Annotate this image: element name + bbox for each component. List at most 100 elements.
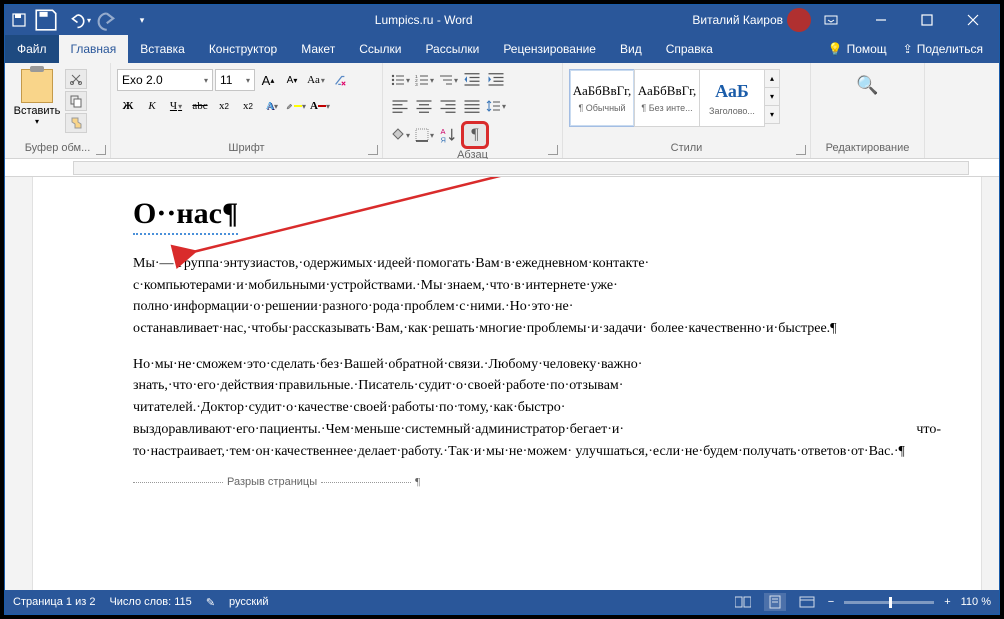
tab-review[interactable]: Рецензирование — [491, 35, 608, 63]
zoom-out-button[interactable]: − — [828, 596, 834, 608]
highlight-button[interactable]: ▾ — [285, 95, 307, 117]
scrollbar[interactable] — [981, 177, 999, 590]
tab-design[interactable]: Конструктор — [197, 35, 289, 63]
user-name[interactable]: Виталий Каиров — [692, 13, 783, 27]
heading-text[interactable]: О··нас¶ — [133, 197, 238, 235]
ribbon-options-icon[interactable] — [817, 7, 845, 33]
autosave-icon[interactable] — [11, 12, 27, 28]
shading-button[interactable]: ▾ — [389, 124, 411, 146]
read-mode-icon[interactable] — [732, 593, 754, 611]
status-wordcount[interactable]: Число слов: 115 — [109, 596, 191, 608]
minimize-icon[interactable] — [859, 7, 903, 33]
status-language[interactable]: русский — [229, 596, 268, 608]
status-bar: Страница 1 из 2 Число слов: 115 ✎ русски… — [5, 590, 999, 614]
redo-icon[interactable] — [97, 8, 123, 32]
align-right-button[interactable] — [437, 95, 459, 117]
increase-indent-button[interactable] — [485, 69, 507, 91]
zoom-level[interactable]: 110 % — [961, 596, 991, 608]
text-effects-button[interactable]: A▾ — [261, 95, 283, 117]
change-case-button[interactable]: Aa▾ — [305, 69, 327, 91]
zoom-slider[interactable] — [844, 601, 934, 604]
share-icon: ⇪ — [903, 42, 913, 56]
clipboard-launcher[interactable] — [96, 145, 106, 155]
svg-text:2: 2 — [415, 78, 418, 84]
document-page[interactable]: О··нас¶ Мы·—·группа·энтузиастов,·одержим… — [33, 177, 981, 590]
svg-text:Я: Я — [441, 136, 446, 145]
strikethrough-button[interactable]: abc — [189, 95, 211, 117]
style-no-spacing[interactable]: АаБбВвГг,¶ Без инте... — [634, 69, 700, 127]
show-hide-pilcrow-button[interactable]: ¶ — [461, 121, 489, 149]
chunk-label-font: Шрифт — [117, 142, 376, 156]
font-launcher[interactable] — [368, 145, 378, 155]
decrease-indent-button[interactable] — [461, 69, 483, 91]
svg-text:1: 1 — [415, 74, 418, 80]
find-icon[interactable]: 🔍 — [854, 71, 882, 99]
sort-button[interactable]: АЯ — [437, 124, 459, 146]
print-layout-icon[interactable] — [764, 593, 786, 611]
tab-file[interactable]: Файл — [5, 35, 59, 63]
undo-icon[interactable]: ▾ — [65, 8, 91, 32]
tell-me[interactable]: 💡Помощ — [822, 42, 893, 56]
clear-formatting-button[interactable] — [329, 69, 351, 91]
tab-mailings[interactable]: Рассылки — [413, 35, 491, 63]
status-page[interactable]: Страница 1 из 2 — [13, 596, 95, 608]
subscript-button[interactable]: x2 — [213, 95, 235, 117]
tab-insert[interactable]: Вставка — [128, 35, 197, 63]
ruler[interactable] — [5, 159, 999, 177]
share-button[interactable]: ⇪Поделиться — [897, 42, 989, 56]
svg-text:3: 3 — [415, 82, 418, 88]
page-break-marker[interactable]: Разрыв страницы¶ — [133, 476, 941, 488]
title-bar: ▾ ▾ Lumpics.ru - Word Виталий Каиров — [5, 5, 999, 35]
format-painter-button[interactable] — [65, 113, 87, 133]
multilevel-list-button[interactable]: ▾ — [437, 69, 459, 91]
paragraph-2[interactable]: Но·мы·не·сможем·это·сделать·без·Вашей·об… — [133, 354, 941, 462]
clipboard-icon — [21, 69, 53, 103]
line-spacing-button[interactable]: ▾ — [485, 95, 507, 117]
web-layout-icon[interactable] — [796, 593, 818, 611]
maximize-icon[interactable] — [905, 7, 949, 33]
align-center-button[interactable] — [413, 95, 435, 117]
italic-button[interactable]: К — [141, 95, 163, 117]
font-name-combo[interactable]: Exo 2.0▾ — [117, 69, 213, 91]
style-heading1[interactable]: АаБЗаголово... — [699, 69, 765, 127]
tab-references[interactable]: Ссылки — [347, 35, 413, 63]
tab-home[interactable]: Главная — [59, 35, 129, 63]
svg-text:А: А — [441, 127, 446, 136]
tab-layout[interactable]: Макет — [289, 35, 347, 63]
paragraph-launcher[interactable] — [548, 145, 558, 155]
tab-view[interactable]: Вид — [608, 35, 654, 63]
close-icon[interactable] — [951, 7, 995, 33]
numbering-button[interactable]: 123▾ — [413, 69, 435, 91]
zoom-in-button[interactable]: + — [944, 596, 950, 608]
user-avatar[interactable] — [787, 8, 811, 32]
font-size-combo[interactable]: 11▾ — [215, 69, 255, 91]
shrink-font-button[interactable]: A▾ — [281, 69, 303, 91]
chunk-label-clipboard: Буфер обм... — [11, 142, 104, 156]
paragraph-1[interactable]: Мы·—·группа·энтузиастов,·одержимых·идеей… — [133, 253, 941, 340]
styles-gallery-more[interactable]: ▴▾▾ — [764, 69, 780, 123]
style-normal[interactable]: АаБбВвГг,¶ Обычный — [569, 69, 635, 127]
tab-help[interactable]: Справка — [654, 35, 725, 63]
qat-dropdown-icon[interactable]: ▾ — [129, 8, 155, 32]
justify-button[interactable] — [461, 95, 483, 117]
cut-button[interactable] — [65, 69, 87, 89]
chunk-label-styles: Стили — [569, 142, 804, 156]
underline-button[interactable]: Ч▾ — [165, 95, 187, 117]
save-icon[interactable] — [33, 8, 59, 32]
chunk-label-editing[interactable]: Редактирование — [826, 142, 910, 156]
bullets-button[interactable]: ▾ — [389, 69, 411, 91]
window-title: Lumpics.ru - Word — [155, 13, 692, 27]
align-left-button[interactable] — [389, 95, 411, 117]
styles-launcher[interactable] — [796, 145, 806, 155]
paste-button[interactable]: Вставить ▾ — [11, 65, 63, 126]
proofing-icon[interactable]: ✎ — [206, 596, 215, 609]
bold-button[interactable]: Ж — [117, 95, 139, 117]
font-color-button[interactable]: A▾ — [309, 95, 331, 117]
copy-button[interactable] — [65, 91, 87, 111]
ribbon: Вставить ▾ Буфер обм... Exo 2.0▾ 11▾ A▴ … — [5, 63, 999, 159]
grow-font-button[interactable]: A▴ — [257, 69, 279, 91]
left-margin — [5, 177, 33, 590]
bulb-icon: 💡 — [828, 42, 843, 56]
superscript-button[interactable]: x2 — [237, 95, 259, 117]
borders-button[interactable]: ▾ — [413, 124, 435, 146]
